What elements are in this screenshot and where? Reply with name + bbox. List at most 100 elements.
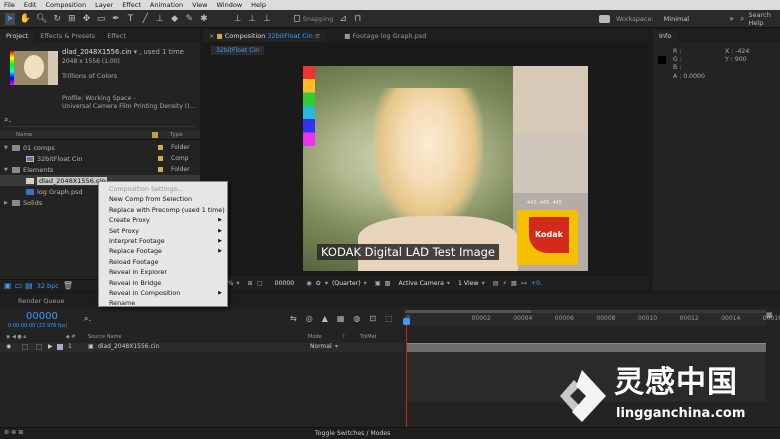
- workspace-value[interactable]: Minimal: [664, 15, 689, 23]
- menu-animation[interactable]: Animation: [150, 1, 183, 9]
- solo-switch[interactable]: [22, 344, 28, 350]
- rotate-tool-icon[interactable]: ↻: [52, 13, 62, 25]
- context-menu-item[interactable]: Reveal in Explorer: [99, 267, 227, 277]
- draft-3d-icon[interactable]: ◎: [306, 314, 313, 323]
- bpc-button[interactable]: 32 bpc: [37, 282, 59, 290]
- layer-mode-dropdown[interactable]: Normal: [310, 343, 332, 350]
- column-source-name[interactable]: Source Name: [88, 334, 122, 340]
- context-menu-item[interactable]: Set Proxy ▶: [99, 226, 227, 236]
- context-menu-item[interactable]: Replace with Precomp (used 1 time): [99, 205, 227, 215]
- graph-editor-icon[interactable]: ⊡: [369, 314, 376, 323]
- menu-effect[interactable]: Effect: [122, 1, 141, 9]
- rectangle-tool-icon[interactable]: ▭: [96, 13, 106, 25]
- interpret-footage-icon[interactable]: ▣: [4, 281, 12, 290]
- menu-window[interactable]: Window: [217, 1, 243, 9]
- menu-edit[interactable]: Edit: [24, 1, 37, 9]
- snapshot-icon[interactable]: ◉: [306, 280, 311, 287]
- tab-effect-controls[interactable]: Effect: [101, 30, 132, 42]
- new-comp-icon[interactable]: ▤: [25, 281, 33, 290]
- flowchart-icon[interactable]: ⊶: [521, 280, 527, 287]
- workspace-menu-icon[interactable]: »: [729, 14, 734, 23]
- viewer-timecode[interactable]: 00000: [275, 280, 295, 287]
- snap-options-icon[interactable]: ⊿: [338, 13, 348, 25]
- camera-tool-icon[interactable]: ⊞: [67, 13, 77, 25]
- layer-name[interactable]: dlad_2048X1556.cin: [98, 343, 159, 350]
- context-menu-item[interactable]: Rename: [99, 298, 227, 308]
- footage-dropdown-icon[interactable]: ▾: [134, 48, 137, 56]
- label-column-icon[interactable]: [152, 132, 158, 138]
- motion-blur-icon[interactable]: ◍: [353, 314, 360, 323]
- column-trkmat[interactable]: TrkMat: [360, 334, 377, 340]
- tab-project[interactable]: Project: [0, 30, 35, 42]
- chevron-down-icon[interactable]: ▼: [4, 145, 12, 151]
- chevron-down-icon[interactable]: ▼: [4, 167, 12, 173]
- context-menu-item[interactable]: Reveal in Bridge: [99, 278, 227, 288]
- brush-tool-icon[interactable]: ╱: [140, 13, 150, 25]
- timeline-link-icon[interactable]: ▦: [511, 280, 517, 287]
- comp-button-icon[interactable]: ▦: [766, 311, 773, 319]
- current-time-display[interactable]: 00000: [26, 311, 58, 322]
- context-menu-item[interactable]: Replace Footage ▶: [99, 246, 227, 256]
- menu-composition[interactable]: Composition: [45, 1, 86, 9]
- menu-file[interactable]: File: [4, 1, 15, 9]
- tab-info[interactable]: Info: [653, 30, 678, 42]
- puppet-pin-tool-icon[interactable]: ✱: [199, 13, 209, 25]
- eraser-tool-icon[interactable]: ◆: [170, 13, 180, 25]
- layer-label-swatch[interactable]: [57, 344, 63, 350]
- playhead-line[interactable]: [406, 320, 407, 427]
- fast-previews-icon[interactable]: ⚡: [503, 280, 507, 287]
- zoom-tool-icon[interactable]: 🔍︎: [36, 13, 47, 25]
- project-item-label-swatch[interactable]: [158, 156, 163, 161]
- close-icon[interactable]: ×: [209, 32, 217, 40]
- camera-dropdown[interactable]: Active Camera: [399, 280, 444, 287]
- axis-world-icon[interactable]: ⊥: [247, 13, 257, 25]
- composition-viewer[interactable]: 445, 445, 445 Kodak KODAK Digital LAD Te…: [303, 66, 588, 271]
- pen-tool-icon[interactable]: ✒: [111, 13, 121, 25]
- project-item[interactable]: 32bitFloat Cin Comp: [0, 153, 200, 164]
- transparency-grid-icon[interactable]: ▩: [385, 280, 391, 287]
- selection-tool-icon[interactable]: ➤: [5, 12, 15, 25]
- new-folder-icon[interactable]: ▭: [15, 281, 23, 290]
- shy-layers-icon[interactable]: ▲: [322, 314, 328, 323]
- show-channel-icon[interactable]: ✿: [316, 280, 321, 287]
- layer-twirl-icon[interactable]: ▶: [48, 343, 53, 350]
- context-menu-item[interactable]: Create Proxy ▶: [99, 215, 227, 225]
- tab-effects-presets[interactable]: Effects & Presets: [34, 30, 101, 42]
- clone-stamp-tool-icon[interactable]: ⊥: [155, 13, 165, 25]
- tab-composition[interactable]: × ■ Composition 32bitFloat Cin ≡: [203, 30, 327, 42]
- axis-view-icon[interactable]: ⊥: [262, 13, 272, 25]
- comp-breadcrumb[interactable]: 32bitFloat Cin: [211, 46, 265, 55]
- lock-icon[interactable]: ■: [217, 32, 225, 40]
- context-menu-item[interactable]: Interpret Footage ▶: [99, 236, 227, 246]
- lock-switch[interactable]: [36, 344, 42, 350]
- context-menu-item[interactable]: Reveal in Composition ▶: [99, 288, 227, 298]
- work-area-bar[interactable]: [404, 310, 766, 313]
- roto-brush-tool-icon[interactable]: ✎: [184, 13, 194, 25]
- menu-layer[interactable]: Layer: [95, 1, 113, 9]
- brainstorm-icon[interactable]: ⬚: [385, 314, 393, 323]
- pan-behind-tool-icon[interactable]: ✥: [82, 13, 92, 25]
- time-ruler[interactable]: 0000020000400006000080001000012000140001…: [404, 310, 780, 326]
- toggle-switches-modes[interactable]: Toggle Switches / Modes: [315, 430, 390, 437]
- trash-icon[interactable]: 🗑︎: [63, 281, 73, 290]
- context-menu-item[interactable]: Reload Footage: [99, 257, 227, 267]
- menu-help[interactable]: Help: [251, 1, 266, 9]
- menu-view[interactable]: View: [192, 1, 207, 9]
- view-layout-dropdown[interactable]: 1 View: [458, 280, 479, 287]
- layer-row[interactable]: ◉ ▶ 1 ▣ dlad_2048X1556.cin Normal ▾: [0, 343, 404, 352]
- axis-local-icon[interactable]: ⊥: [233, 13, 243, 25]
- tab-menu-icon[interactable]: ≡: [315, 32, 320, 40]
- column-type[interactable]: Type: [170, 132, 183, 138]
- column-mode[interactable]: Mode: [308, 334, 322, 340]
- tab-footage[interactable]: ■ Footage log Graph.psd: [338, 30, 432, 42]
- layer-switches-icon[interactable]: ⊛ ⊕ ⊞: [4, 429, 24, 436]
- column-name[interactable]: Name: [16, 132, 32, 138]
- comp-mini-flowchart-icon[interactable]: ⇆: [290, 314, 297, 323]
- tab-render-queue[interactable]: Render Queue: [0, 295, 71, 307]
- grid-icon[interactable]: ⊞: [248, 280, 253, 287]
- hand-tool-icon[interactable]: ✋: [20, 13, 31, 25]
- snapping-checkbox[interactable]: [293, 15, 300, 22]
- project-item[interactable]: ▼ 01 comps Folder: [0, 142, 200, 153]
- chevron-right-icon[interactable]: ▶: [4, 200, 12, 206]
- search-help-field[interactable]: Search Help: [749, 11, 780, 27]
